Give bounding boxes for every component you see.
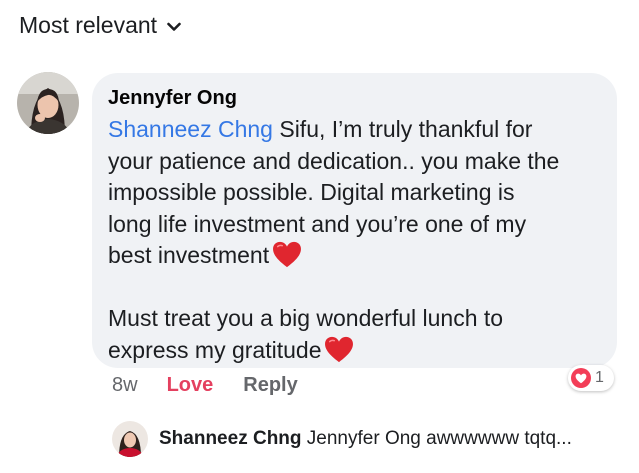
comment-line-7: express my gratitude [108, 335, 608, 367]
comment-text: Shanneez Chng Sifu, I’m truly thankful f… [108, 114, 608, 366]
reaction-summary[interactable]: 1 [568, 365, 614, 391]
comment-line-4: long life investment and you’re one of m… [108, 210, 527, 237]
comment-line-6: Must treat you a big wonderful lunch to [108, 305, 504, 331]
reply-author-name[interactable]: Shanneez Chng [159, 428, 302, 449]
reply-button[interactable]: Reply [243, 374, 297, 397]
comment-line-7-text: express my gratitude [108, 336, 322, 363]
comment-line-5: best investment [108, 240, 608, 272]
comment-line-5-text: best investment [108, 242, 270, 268]
reply-author-avatar[interactable] [112, 421, 148, 457]
comment-bubble: Jennyfer Ong Shanneez Chng Sifu, I’m tru… [92, 73, 617, 368]
heart-emoji-icon [273, 241, 302, 268]
mention-link[interactable]: Shanneez Chng [108, 116, 273, 142]
comment-timestamp[interactable]: 8w [112, 374, 138, 397]
comment-line-3: impossible possible. Digital marketing i… [108, 179, 515, 205]
sort-label: Most relevant [19, 12, 158, 38]
comment-line-2: your patience and dedication.. you make … [108, 147, 560, 174]
comment-line-1: Shanneez Chng Sifu, I’m truly thankful f… [108, 114, 608, 146]
love-reaction-icon [571, 368, 591, 388]
chevron-down-icon [167, 22, 181, 31]
reply-preview-text: Shanneez Chng Jennyfer Ong awwwwww tqtq.… [159, 428, 572, 450]
author-avatar[interactable] [17, 72, 79, 134]
comment-line-1-text: Sifu, I’m truly thankful for [272, 116, 533, 142]
reply-preview[interactable]: Shanneez Chng Jennyfer Ong awwwwww tqtq.… [112, 421, 572, 457]
heart-emoji-icon [325, 336, 354, 362]
comment-author-name[interactable]: Jennyfer Ong [108, 87, 237, 110]
comment-actions: 8w Love Reply [112, 374, 298, 397]
love-button[interactable]: Love [167, 374, 214, 397]
sort-dropdown[interactable]: Most relevant [19, 12, 181, 39]
reply-snippet: Jennyfer Ong awwwwww tqtq... [306, 428, 572, 449]
reaction-count: 1 [595, 369, 604, 386]
